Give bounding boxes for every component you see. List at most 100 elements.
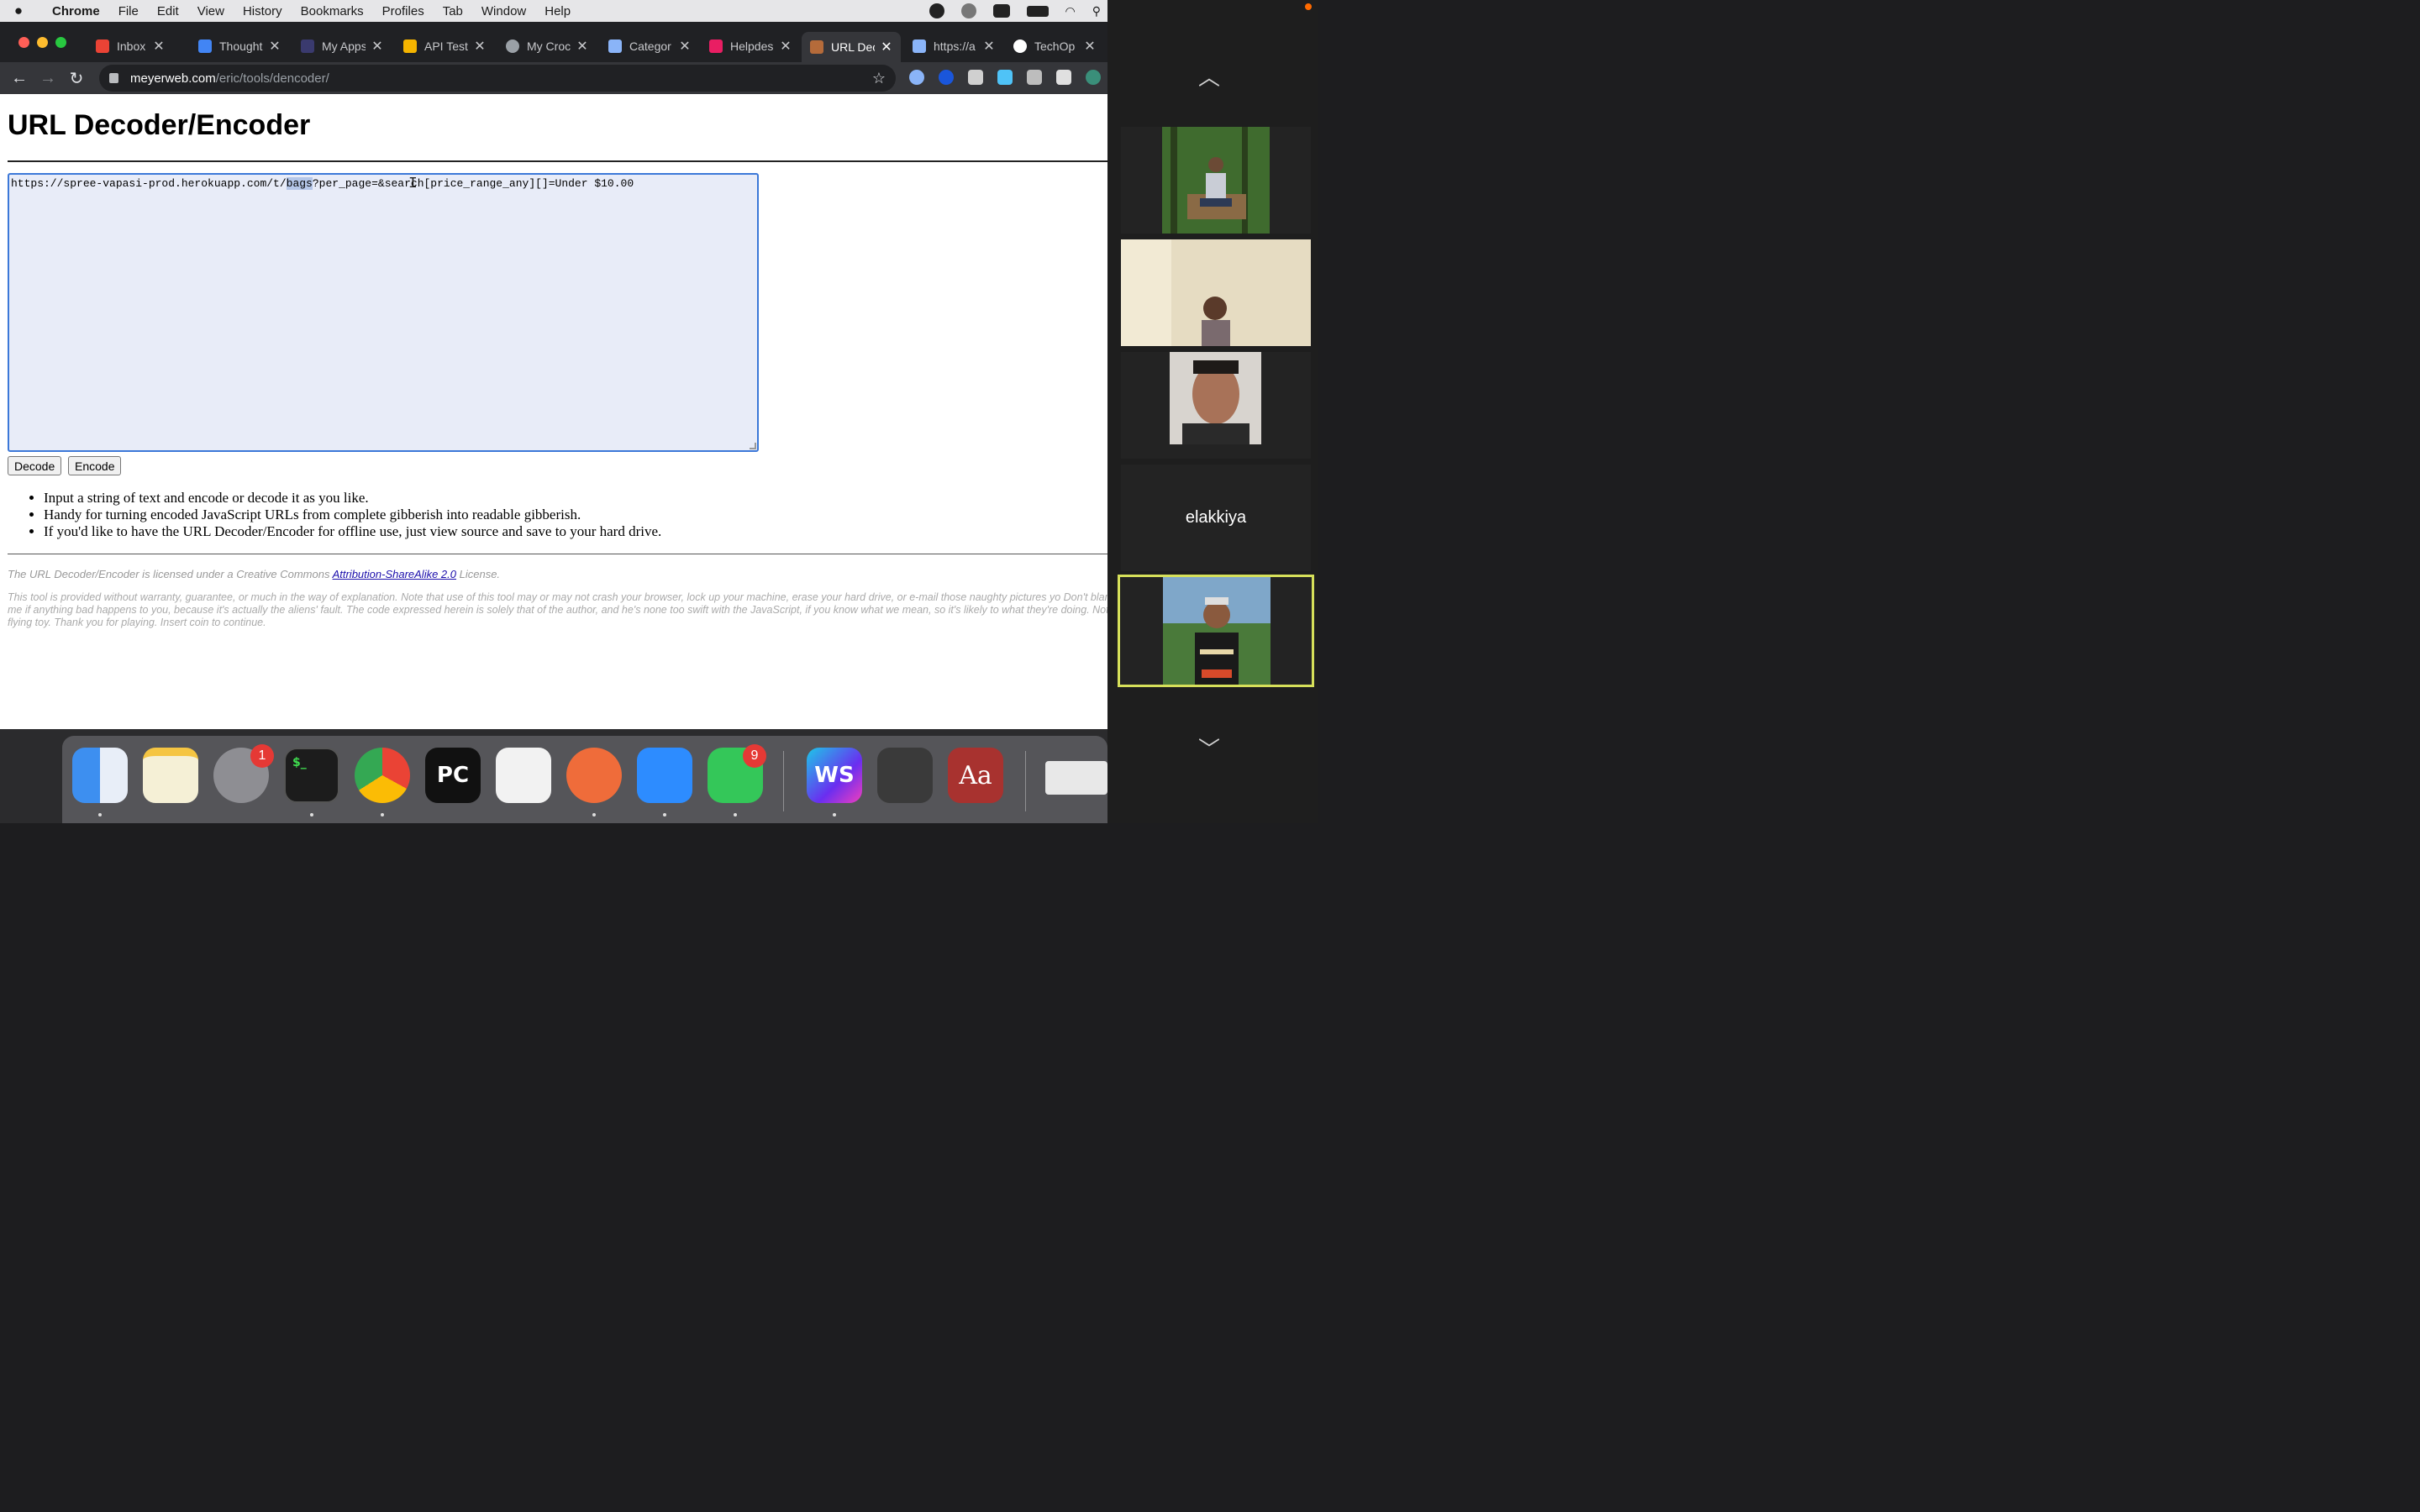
battery-icon[interactable] [1026,5,1049,17]
finder-icon[interactable] [72,748,128,803]
tab-inbox[interactable]: Inbox (3 ✕ [96,34,166,59]
resize-handle-icon[interactable] [750,443,756,449]
menu-help[interactable]: Help [535,4,580,18]
menu-tab[interactable]: Tab [434,4,472,18]
tab-label: https://a [934,39,976,53]
bookmark-star-icon[interactable]: ☆ [872,70,886,87]
close-tab-icon[interactable]: ✕ [1083,38,1097,55]
notification-badge: 1 [250,744,274,768]
pycharm-icon[interactable]: PC [425,748,481,803]
participant-photo [1162,127,1270,234]
running-indicator [833,813,836,816]
running-indicator [734,813,737,816]
close-window-button[interactable] [18,37,29,48]
minimize-window-button[interactable] [37,37,48,48]
tab-my-croc[interactable]: My Croc ✕ [506,34,589,59]
participant-video-tile[interactable] [1121,352,1311,459]
extension-icon[interactable] [1086,70,1101,85]
tab-techop[interactable]: TechOp ✕ [1013,34,1097,59]
license-text: The URL Decoder/Encoder is licensed unde… [8,568,500,580]
chevron-up-icon[interactable]: ︿ [1198,60,1220,92]
close-tab-icon[interactable]: ✕ [371,38,384,55]
participant-video-tile[interactable] [1121,239,1311,346]
list-item: Handy for turning encoded JavaScript URL… [44,507,661,523]
tab-https[interactable]: https://a ✕ [913,34,996,59]
browser-toolbar: ← → ↻ meyerweb.com/eric/tools/dencoder/ … [0,62,1107,94]
menu-profiles[interactable]: Profiles [373,4,434,18]
wifi-icon[interactable]: ◠ [1065,4,1076,18]
forward-arrow-icon[interactable]: → [34,69,62,88]
active-speaker-tile[interactable] [1118,575,1314,687]
tab-label: TechOp [1034,39,1076,53]
tab-categor[interactable]: Categor ✕ [608,34,692,59]
vpn-globe-icon[interactable] [960,3,976,18]
menu-app-name[interactable]: Chrome [37,4,109,18]
menu-edit[interactable]: Edit [148,4,188,18]
close-tab-icon[interactable]: ✕ [268,38,281,55]
page-title: URL Decoder/Encoder [8,109,311,141]
decode-button[interactable]: Decode [8,456,62,475]
menu-view[interactable]: View [188,4,234,18]
tab-label: URL Dec [831,40,875,54]
extension-icon[interactable] [1027,70,1042,85]
camera-extension-icon[interactable] [1056,70,1071,85]
close-tab-icon[interactable]: ✕ [473,38,487,55]
participant-photo [1121,239,1311,346]
textedit-icon[interactable] [496,748,551,803]
participants-panel: ︿ elakkiya ﹀ [1107,0,1318,823]
menu-history[interactable]: History [234,4,292,18]
skype-icon[interactable] [992,4,1010,18]
url-path: /eric/tools/dencoder/ [215,71,329,86]
back-arrow-icon[interactable]: ← [5,69,34,88]
extension-icon[interactable] [939,70,954,85]
participant-name-tile[interactable]: elakkiya [1121,465,1311,571]
menu-bar: ● Chrome File Edit View History Bookmark… [0,0,1107,22]
disclaimer-text: This tool is provided without warranty, … [8,591,1107,628]
reload-icon[interactable]: ↻ [62,68,91,89]
close-tab-icon[interactable]: ✕ [880,39,893,55]
webstorm-icon[interactable]: WS [807,748,862,803]
notes-icon[interactable] [143,748,198,803]
license-link[interactable]: Attribution-ShareAlike 2.0 [333,568,456,580]
chevron-down-icon[interactable]: ﹀ [1198,732,1220,764]
participant-video-tile[interactable] [1121,127,1311,234]
close-tab-icon[interactable]: ✕ [779,38,792,55]
close-tab-icon[interactable]: ✕ [152,38,166,55]
tab-api-test[interactable]: API Test ✕ [403,34,487,59]
address-bar[interactable]: meyerweb.com/eric/tools/dencoder/ ☆ [99,65,896,92]
close-tab-icon[interactable]: ✕ [576,38,589,55]
extension-icon[interactable] [997,70,1013,85]
close-tab-icon[interactable]: ✕ [982,38,996,55]
robot-icon [913,39,926,53]
github-icon [1013,39,1027,53]
tab-my-apps[interactable]: My Apps ✕ [301,34,384,59]
sublime-text-icon[interactable] [877,748,933,803]
tab-thought[interactable]: Thought ✕ [198,34,281,59]
encode-button[interactable]: Encode [68,456,122,475]
chrome-icon[interactable] [355,748,410,803]
terminal-icon[interactable]: $_ [284,748,339,803]
robot-icon [608,39,622,53]
minimized-window-thumbnail[interactable] [1045,761,1107,795]
dock-separator [1025,751,1026,811]
dock-separator [783,751,784,811]
close-tab-icon[interactable]: ✕ [678,38,692,55]
menu-file[interactable]: File [109,4,148,18]
dictionary-icon[interactable]: Aa [948,748,1003,803]
menu-window[interactable]: Window [472,4,535,18]
extension-icon[interactable] [909,70,924,85]
menu-bookmarks[interactable]: Bookmarks [292,4,373,18]
zoom-icon[interactable] [637,748,692,803]
postman-icon[interactable] [566,748,622,803]
tab-label: Helpdes [730,39,774,53]
tab-url-decoder[interactable]: URL Dec ✕ [802,32,901,62]
spotlight-search-icon[interactable]: ⚲ [1092,4,1101,18]
tw-icon [301,39,314,53]
url-input-textarea[interactable]: https://spree-vapasi-prod.herokuapp.com/… [8,173,759,452]
zoom-window-button[interactable] [55,37,66,48]
onepassword-icon[interactable] [929,3,944,18]
extension-icon[interactable] [968,70,983,85]
input-text-before: https://spree-vapasi-prod.herokuapp.com/… [11,177,287,190]
apple-menu-icon[interactable]: ● [0,3,37,19]
tab-helpdesk[interactable]: Helpdes ✕ [709,34,792,59]
